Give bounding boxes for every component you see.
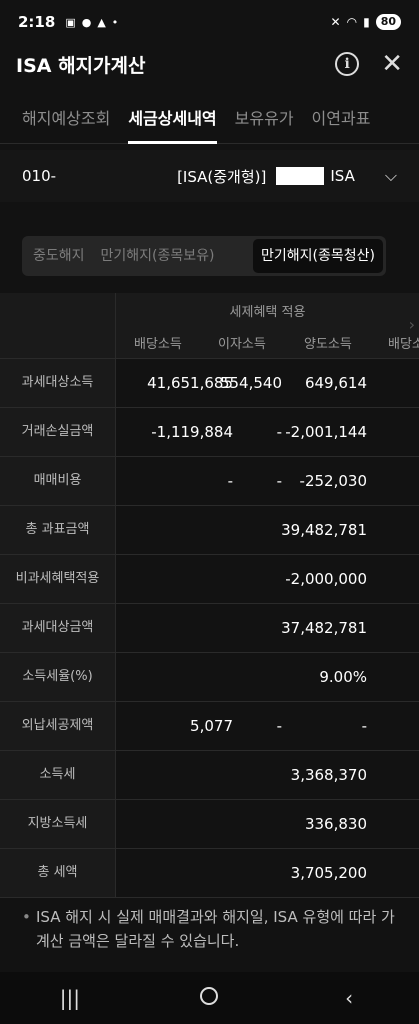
row-value: 3,705,200 bbox=[290, 864, 367, 882]
system-icons: ✕ ◠ ▮ 80 bbox=[331, 14, 401, 30]
page-title: ISA 해지가계산 bbox=[16, 54, 146, 77]
wifi-icon: ◠ bbox=[346, 15, 358, 29]
table-header: 세제혜택 적용 배당소득 이자소득 양도소득 배당소 › bbox=[0, 293, 419, 359]
row-value: - bbox=[276, 717, 282, 735]
talk-icon: ● bbox=[81, 15, 92, 29]
account-type: [ISA(중개형)] bbox=[177, 167, 267, 186]
column-header: 배당소득 bbox=[134, 337, 182, 352]
row-value: - bbox=[227, 472, 233, 490]
account-number: 010- bbox=[22, 167, 57, 185]
note-overflow bbox=[22, 957, 402, 967]
screenshot-icon: ▣ bbox=[65, 15, 76, 29]
app-bar: ISA 해지가계산 i ✕ bbox=[0, 44, 419, 84]
notes: ISA 해지 시 실제 매매결과와 해지일, ISA 유형에 따라 가계산 금액… bbox=[22, 905, 402, 967]
row-value: 649,614 bbox=[304, 374, 367, 392]
column-header: 양도소득 bbox=[304, 337, 352, 352]
row-value: 3,368,370 bbox=[290, 766, 367, 784]
tab-tax-details[interactable]: 세금상세내역 bbox=[128, 96, 217, 144]
notification-icons: ▣ ● ▲ • bbox=[65, 16, 118, 29]
row-value: -1,119,884 bbox=[151, 423, 233, 441]
row-value: 5,077 bbox=[190, 717, 233, 735]
row-value: 37,482,781 bbox=[281, 619, 367, 637]
info-icon[interactable]: i bbox=[335, 52, 360, 76]
row-label: 비과세혜택적용 bbox=[0, 555, 116, 603]
row-value: 554,540 bbox=[219, 374, 282, 392]
segment-early-termination[interactable]: 중도해지 bbox=[25, 239, 93, 273]
table-row: 총 세액 3,705,200 bbox=[0, 849, 419, 898]
account-type-suffix: ISA bbox=[330, 167, 355, 185]
table-row: 소득세율(%) 9.00% bbox=[0, 653, 419, 702]
recent-apps-icon[interactable]: ||| bbox=[40, 986, 100, 1010]
tax-detail-table: 세제혜택 적용 배당소득 이자소득 양도소득 배당소 › 과세대상소득 41,65… bbox=[0, 293, 419, 898]
group-title: 세제혜택 적용 bbox=[229, 305, 306, 320]
row-value: - bbox=[276, 423, 282, 441]
row-label: 거래손실금액 bbox=[0, 408, 116, 456]
status-bar: 2:18 ▣ ● ▲ • ✕ ◠ ▮ 80 bbox=[0, 0, 419, 44]
column-header: 배당소 bbox=[388, 337, 419, 352]
row-label: 과세대상소득 bbox=[0, 359, 116, 407]
row-value: -252,030 bbox=[299, 472, 367, 490]
table-body: 과세대상소득 41,651,685 554,540 649,614 거래손실금액 -1,1… bbox=[0, 359, 419, 898]
signal-icon: ▮ bbox=[363, 15, 370, 29]
mute-icon: ✕ bbox=[330, 15, 341, 29]
table-row: 총 과표금액 39,482,781 bbox=[0, 506, 419, 555]
back-icon[interactable]: ‹ bbox=[319, 986, 379, 1010]
close-icon[interactable]: ✕ bbox=[381, 51, 403, 77]
row-value: - bbox=[276, 472, 282, 490]
table-row: 과세대상금액 37,482,781 bbox=[0, 604, 419, 653]
table-row: 지방소득세 336,830 bbox=[0, 800, 419, 849]
row-value: -2,000,000 bbox=[285, 570, 367, 588]
tab-termination-estimate[interactable]: 해지예상조회 bbox=[22, 96, 110, 143]
row-label: 지방소득세 bbox=[0, 800, 116, 848]
system-nav-bar: ||| ‹ bbox=[0, 972, 419, 1024]
tab-holdings[interactable]: 보유유가 bbox=[235, 96, 294, 143]
row-value: - bbox=[361, 717, 367, 735]
table-row: 과세대상소득 41,651,685 554,540 649,614 bbox=[0, 359, 419, 408]
note-item: ISA 해지 시 실제 매매결과와 해지일, ISA 유형에 따라 가계산 금액… bbox=[22, 905, 402, 953]
row-value: 336,830 bbox=[304, 815, 367, 833]
table-row: 소득세 3,368,370 bbox=[0, 751, 419, 800]
segment-maturity-liquidate[interactable]: 만기해지(종목청산) bbox=[253, 239, 383, 273]
table-row: 외납세공제액 5,077 - - bbox=[0, 702, 419, 751]
home-icon[interactable] bbox=[179, 986, 239, 1010]
segment-maturity-hold[interactable]: 만기해지(종목보유) bbox=[93, 239, 223, 273]
column-header: 이자소득 bbox=[218, 337, 266, 352]
table-row: 매매비용 - - -252,030 bbox=[0, 457, 419, 506]
account-selector[interactable]: 010- [ISA(중개형)] ISA ⌵ bbox=[0, 150, 419, 202]
row-value: 9.00% bbox=[319, 668, 367, 686]
chevron-right-icon[interactable]: › bbox=[409, 315, 415, 334]
table-row: 거래손실금액 -1,119,884 - -2,001,144 bbox=[0, 408, 419, 457]
status-time: 2:18 bbox=[18, 13, 56, 31]
battery-icon: 80 bbox=[375, 14, 401, 30]
row-value: -2,001,144 bbox=[285, 423, 367, 441]
row-label: 매매비용 bbox=[0, 457, 116, 505]
row-label: 소득세 bbox=[0, 751, 116, 799]
row-label: 총 과표금액 bbox=[0, 506, 116, 554]
tab-deferred-tax[interactable]: 이연과표 bbox=[312, 96, 371, 143]
dot-icon: • bbox=[111, 15, 119, 29]
row-label: 외납세공제액 bbox=[0, 702, 116, 750]
chevron-down-icon[interactable]: ⌵ bbox=[385, 166, 397, 186]
row-label: 소득세율(%) bbox=[0, 653, 116, 701]
row-value: 39,482,781 bbox=[281, 521, 367, 539]
tab-bar: 해지예상조회 세금상세내역 보유유가 이연과표 bbox=[0, 96, 419, 144]
row-label: 과세대상금액 bbox=[0, 604, 116, 652]
masked-name bbox=[276, 167, 325, 185]
termination-type-segment: 중도해지 만기해지(종목보유) 만기해지(종목청산) bbox=[22, 236, 386, 276]
warning-icon: ▲ bbox=[97, 15, 106, 29]
table-row: 비과세혜택적용 -2,000,000 bbox=[0, 555, 419, 604]
row-label: 총 세액 bbox=[0, 849, 116, 897]
